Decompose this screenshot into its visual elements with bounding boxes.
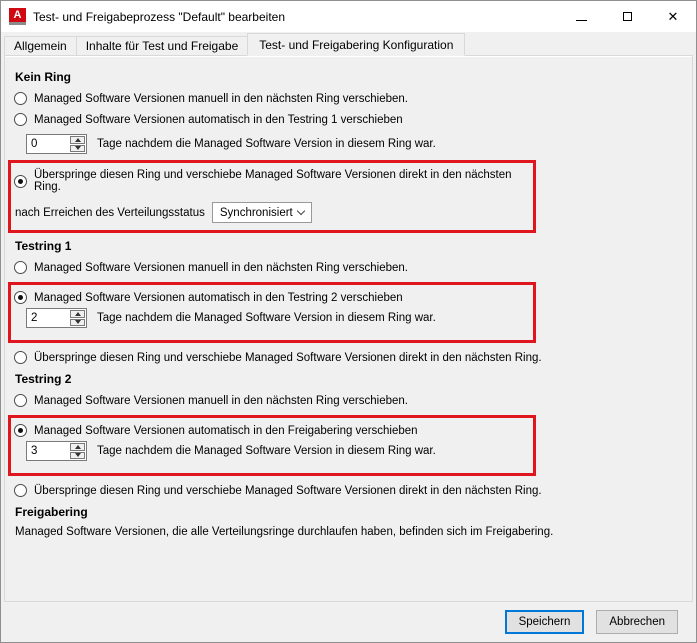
window-title: Test- und Freigabeprozess "Default" bear… — [33, 9, 285, 24]
minimize-button[interactable] — [558, 1, 604, 32]
spinner-buttons — [69, 442, 86, 460]
arrow-down-icon — [74, 146, 81, 151]
dialog-footer: Speichern Abbrechen — [1, 602, 696, 642]
close-button[interactable]: ✕ — [650, 1, 696, 32]
tab-strip: Allgemein Inhalte für Test und Freigabe … — [1, 32, 696, 56]
arrow-up-icon — [74, 137, 81, 142]
radio-label: Managed Software Versionen manuell in de… — [34, 394, 408, 407]
highlight-box-kein-ring: Überspringe diesen Ring und verschiebe M… — [8, 160, 536, 233]
radio-kein-ring-manuell[interactable]: Managed Software Versionen manuell in de… — [14, 92, 692, 105]
app-icon: A — [9, 8, 26, 25]
section-testring-1: Testring 1 Managed Software Versionen ma… — [8, 239, 692, 364]
radio-testring2-ueberspringe[interactable]: Überspringe diesen Ring und verschiebe M… — [14, 484, 692, 497]
radio-icon[interactable] — [14, 351, 27, 364]
days-suffix-label: Tage nachdem die Managed Software Versio… — [97, 445, 436, 457]
spinner-down-button[interactable] — [70, 318, 85, 326]
tab-ring-konfiguration[interactable]: Test- und Freigabering Konfiguration — [247, 33, 466, 56]
section-heading: Testring 1 — [15, 239, 72, 253]
tab-allgemein[interactable]: Allgemein — [4, 36, 77, 55]
days-suffix-label: Tage nachdem die Managed Software Versio… — [97, 138, 436, 150]
radio-label: Managed Software Versionen manuell in de… — [34, 92, 408, 105]
section-heading: Kein Ring — [15, 70, 71, 84]
spinner-buttons — [69, 309, 86, 327]
spinner-down-button[interactable] — [70, 451, 85, 459]
spinner-up-button[interactable] — [70, 136, 85, 144]
radio-icon[interactable] — [14, 261, 27, 274]
radio-testring2-automatisch[interactable]: Managed Software Versionen automatisch i… — [14, 424, 533, 437]
highlight-box-testring-2: Managed Software Versionen automatisch i… — [8, 415, 536, 476]
maximize-icon — [622, 12, 632, 21]
window-controls: ✕ — [558, 1, 696, 32]
spinner-down-button[interactable] — [70, 144, 85, 152]
testring1-days-row: Tage nachdem die Managed Software Versio… — [26, 308, 533, 328]
radio-icon[interactable] — [14, 113, 27, 126]
save-button[interactable]: Speichern — [504, 610, 585, 634]
radio-testring1-automatisch[interactable]: Managed Software Versionen automatisch i… — [14, 291, 533, 304]
testring1-days-spinner — [26, 308, 87, 328]
arrow-down-icon — [74, 453, 81, 458]
radio-testring1-manuell[interactable]: Managed Software Versionen manuell in de… — [14, 261, 692, 274]
days-suffix-label: Tage nachdem die Managed Software Versio… — [97, 312, 436, 324]
freigabering-description: Managed Software Versionen, die alle Ver… — [15, 526, 554, 538]
arrow-up-icon — [74, 311, 81, 316]
cancel-button[interactable]: Abbrechen — [596, 610, 678, 634]
maximize-button[interactable] — [604, 1, 650, 32]
radio-testring2-manuell[interactable]: Managed Software Versionen manuell in de… — [14, 394, 692, 407]
kein-ring-days-input[interactable] — [27, 135, 69, 153]
dropdown-value: Synchronisiert — [219, 206, 293, 219]
radio-label: Überspringe diesen Ring und verschiebe M… — [34, 351, 542, 364]
radio-icon[interactable] — [14, 394, 27, 407]
testring2-days-row: Tage nachdem die Managed Software Versio… — [26, 441, 533, 461]
titlebar: A Test- und Freigabeprozess "Default" be… — [1, 1, 696, 32]
arrow-down-icon — [74, 320, 81, 325]
tab-inhalte-test-freigabe[interactable]: Inhalte für Test und Freigabe — [75, 36, 249, 55]
highlight-box-testring-1: Managed Software Versionen automatisch i… — [8, 282, 536, 343]
section-kein-ring: Kein Ring Managed Software Versionen man… — [8, 70, 692, 233]
spinner-up-button[interactable] — [70, 310, 85, 318]
section-heading: Testring 2 — [15, 372, 72, 386]
tab-panel-ring-konfiguration: Kein Ring Managed Software Versionen man… — [4, 55, 693, 602]
close-icon: ✕ — [667, 9, 679, 24]
radio-kein-ring-ueberspringe[interactable]: Überspringe diesen Ring und verschiebe M… — [14, 169, 533, 193]
radio-icon-checked[interactable] — [14, 424, 27, 437]
radio-label: Managed Software Versionen automatisch i… — [34, 291, 403, 304]
kein-ring-days-spinner — [26, 134, 87, 154]
verteilungsstatus-label: nach Erreichen des Verteilungsstatus — [15, 206, 205, 219]
minimize-icon — [575, 19, 587, 21]
radio-label: Managed Software Versionen automatisch i… — [34, 113, 403, 126]
app-icon-bar — [9, 22, 26, 25]
testring2-days-input[interactable] — [27, 442, 69, 460]
verteilungsstatus-dropdown[interactable]: Synchronisiert — [211, 202, 312, 223]
radio-icon[interactable] — [14, 92, 27, 105]
radio-icon-checked[interactable] — [14, 174, 27, 188]
spinner-buttons — [69, 135, 86, 153]
section-testring-2: Testring 2 Managed Software Versionen ma… — [8, 372, 692, 497]
arrow-up-icon — [74, 444, 81, 449]
radio-label: Überspringe diesen Ring und verschiebe M… — [34, 169, 512, 193]
spinner-up-button[interactable] — [70, 443, 85, 451]
chevron-down-icon — [296, 206, 306, 216]
radio-label: Managed Software Versionen automatisch i… — [34, 424, 418, 437]
testring1-days-input[interactable] — [27, 309, 69, 327]
radio-label: Managed Software Versionen manuell in de… — [34, 261, 408, 274]
app-logo-letter: A — [9, 8, 26, 22]
radio-label: Überspringe diesen Ring und verschiebe M… — [34, 484, 542, 497]
radio-icon[interactable] — [14, 484, 27, 497]
dialog-window: A Test- und Freigabeprozess "Default" be… — [0, 0, 697, 643]
radio-testring1-ueberspringe[interactable]: Überspringe diesen Ring und verschiebe M… — [14, 351, 692, 364]
verteilungsstatus-row: nach Erreichen des Verteilungsstatus Syn… — [15, 202, 533, 223]
section-freigabering: Freigabering Managed Software Versionen,… — [14, 505, 692, 538]
section-heading: Freigabering — [15, 505, 88, 519]
testring2-days-spinner — [26, 441, 87, 461]
radio-icon-checked[interactable] — [14, 291, 27, 304]
radio-kein-ring-automatisch[interactable]: Managed Software Versionen automatisch i… — [14, 113, 692, 126]
kein-ring-days-row: Tage nachdem die Managed Software Versio… — [26, 134, 692, 154]
